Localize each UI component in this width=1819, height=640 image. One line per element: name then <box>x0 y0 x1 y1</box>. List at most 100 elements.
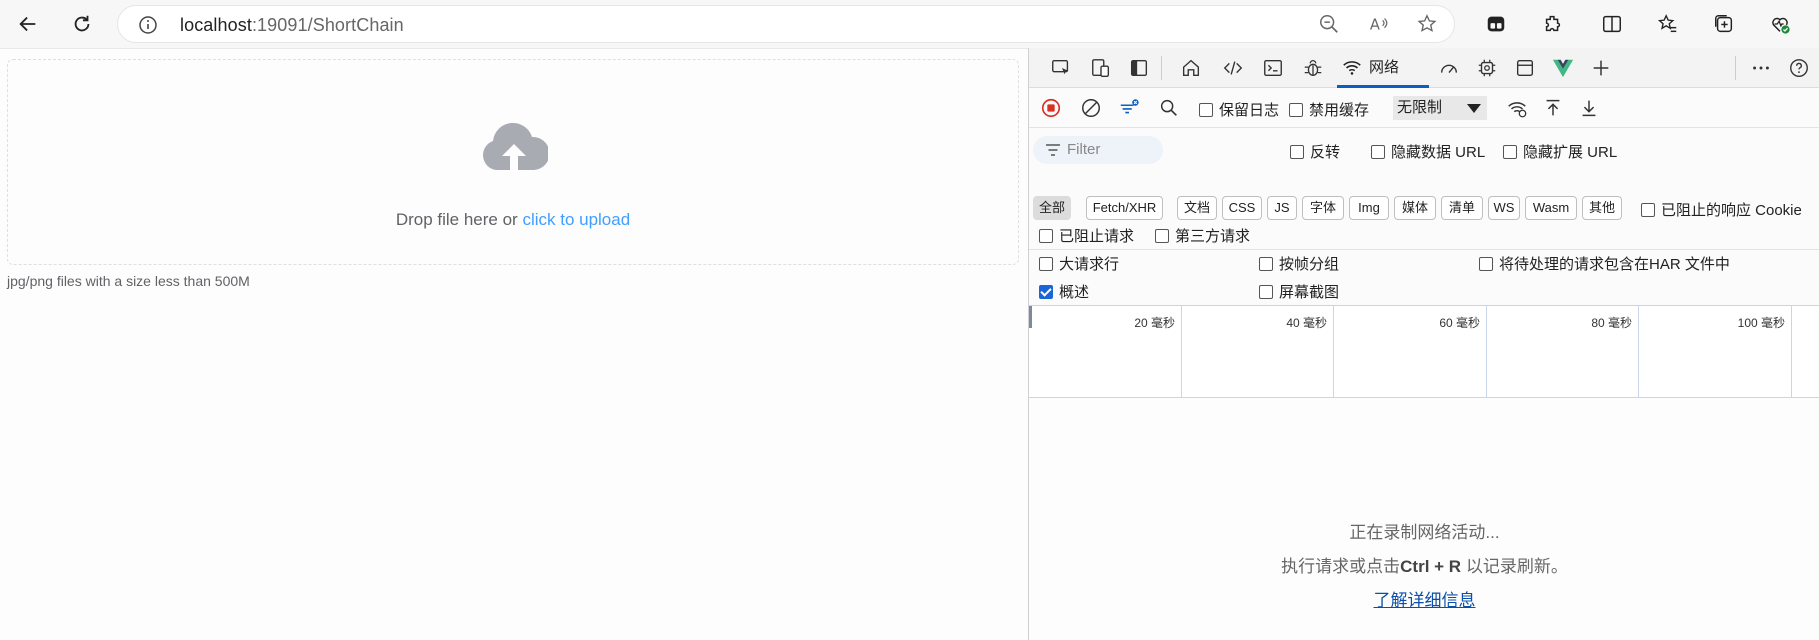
big-rows-checkbox[interactable] <box>1039 256 1053 271</box>
read-aloud-icon[interactable]: A <box>1368 13 1392 37</box>
chip-font[interactable]: 字体 <box>1302 196 1344 220</box>
sources-bug-icon[interactable] <box>1299 54 1327 82</box>
address-bar[interactable]: localhost:19091/ShortChain A <box>117 5 1455 43</box>
more-options-icon[interactable] <box>1747 54 1775 82</box>
hide-data-urls-option[interactable]: 隐藏数据 URL <box>1371 141 1485 162</box>
collections-icon[interactable] <box>1706 6 1742 42</box>
performance-gauge-icon[interactable] <box>1435 54 1463 82</box>
timeline-column: 100 毫秒 <box>1639 306 1792 398</box>
click-to-upload-link[interactable]: click to upload <box>522 210 630 229</box>
timeline-label: 100 毫秒 <box>1737 316 1785 330</box>
chip-js[interactable]: JS <box>1267 196 1297 220</box>
disable-cache-checkbox[interactable] <box>1289 102 1303 117</box>
extensions-icon[interactable] <box>1535 6 1571 42</box>
filter-input[interactable]: Filter <box>1033 136 1163 164</box>
import-har-icon[interactable] <box>1539 94 1567 122</box>
network-overview-timeline[interactable]: 20 毫秒 40 毫秒 60 毫秒 80 毫秒 100 毫秒 <box>1029 306 1819 398</box>
elements-code-icon[interactable] <box>1219 54 1247 82</box>
devtools-tab-bar: 网络 <box>1029 48 1819 88</box>
learn-more-link[interactable]: 了解详细信息 <box>1029 586 1819 611</box>
timeline-column: 60 毫秒 <box>1334 306 1487 398</box>
refresh-icon[interactable] <box>64 6 100 42</box>
timeline-column: 80 毫秒 <box>1487 306 1639 398</box>
screenshots-checkbox[interactable] <box>1259 284 1273 299</box>
zoom-out-icon[interactable] <box>1318 13 1342 37</box>
drop-text: Drop file here or click to upload <box>395 210 631 229</box>
application-icon[interactable] <box>1511 54 1539 82</box>
third-party-checkbox[interactable] <box>1155 228 1169 243</box>
inspect-element-icon[interactable] <box>1047 54 1075 82</box>
invert-checkbox[interactable] <box>1290 144 1304 159</box>
recording-hint: 执行请求或点击Ctrl + R 以记录刷新。 <box>1281 557 1568 576</box>
split-screen-icon[interactable] <box>1594 6 1630 42</box>
group-by-frame-option[interactable]: 按帧分组 <box>1259 253 1339 274</box>
blocked-cookies-option[interactable]: 已阻止的响应 Cookie <box>1641 199 1802 220</box>
chip-fetch-xhr[interactable]: Fetch/XHR <box>1086 196 1163 220</box>
upload-tip: jpg/png files with a size less than 500M <box>7 273 250 289</box>
record-stop-icon[interactable] <box>1037 94 1065 122</box>
settings-bar: 大请求行 按帧分组 将待处理的请求包含在HAR 文件中 概述 屏幕截图 <box>1029 250 1819 306</box>
more-tools-plus-icon[interactable] <box>1587 54 1615 82</box>
group-by-frame-checkbox[interactable] <box>1259 256 1273 271</box>
invert-option[interactable]: 反转 <box>1290 141 1340 162</box>
chip-other[interactable]: 其他 <box>1582 196 1622 220</box>
preserve-log-option[interactable]: 保留日志 <box>1199 99 1279 120</box>
hide-extension-urls-checkbox[interactable] <box>1503 144 1517 159</box>
clear-icon[interactable] <box>1077 94 1105 122</box>
recording-text: 正在录制网络活动... <box>1349 523 1500 542</box>
empty-state: 正在录制网络活动... 执行请求或点击Ctrl + R 以记录刷新。 了解详细信… <box>1029 398 1819 640</box>
browser-toolbar: localhost:19091/ShortChain A <box>0 0 1819 48</box>
preserve-log-checkbox[interactable] <box>1199 102 1213 117</box>
chip-all[interactable]: 全部 <box>1033 196 1071 220</box>
favorites-icon[interactable] <box>1650 6 1686 42</box>
har-pending-option[interactable]: 将待处理的请求包含在HAR 文件中 <box>1479 253 1730 274</box>
chip-media[interactable]: 媒体 <box>1394 196 1436 220</box>
upload-dropzone[interactable]: Drop file here or click to upload <box>7 59 1019 265</box>
chip-ws[interactable]: WS <box>1488 196 1520 220</box>
overview-checkbox[interactable] <box>1039 284 1053 299</box>
timeline-column: 40 毫秒 <box>1182 306 1334 398</box>
blocked-cookies-checkbox[interactable] <box>1641 202 1655 217</box>
chip-doc[interactable]: 文档 <box>1177 196 1217 220</box>
timeline-column: 20 毫秒 <box>1029 306 1182 398</box>
browser-essentials-icon[interactable] <box>1762 6 1798 42</box>
back-icon[interactable] <box>10 6 46 42</box>
chip-manifest[interactable]: 清单 <box>1441 196 1483 220</box>
dock-side-icon[interactable] <box>1125 54 1153 82</box>
chip-css[interactable]: CSS <box>1222 196 1262 220</box>
chip-img[interactable]: Img <box>1349 196 1389 220</box>
timeline-label: 40 毫秒 <box>1286 316 1327 330</box>
tab-network[interactable]: 网络 <box>1337 48 1429 88</box>
console-icon[interactable] <box>1259 54 1287 82</box>
disable-cache-option[interactable]: 禁用缓存 <box>1289 99 1369 120</box>
chevron-down-icon <box>1467 104 1481 113</box>
overview-option[interactable]: 概述 <box>1039 281 1089 302</box>
vue-devtools-icon[interactable] <box>1549 54 1577 82</box>
har-pending-checkbox[interactable] <box>1479 256 1493 271</box>
memory-chip-icon[interactable] <box>1473 54 1501 82</box>
filter-bar: Filter 反转 隐藏数据 URL 隐藏扩展 URL 全部 Fetch/XHR… <box>1029 128 1819 250</box>
info-icon[interactable] <box>138 15 158 35</box>
hide-extension-urls-option[interactable]: 隐藏扩展 URL <box>1503 141 1617 162</box>
export-har-icon[interactable] <box>1575 94 1603 122</box>
timeline-label: 60 毫秒 <box>1439 316 1480 330</box>
url-text[interactable]: localhost:19091/ShortChain <box>180 15 404 36</box>
favorite-star-icon[interactable] <box>1416 13 1440 37</box>
throttling-select[interactable]: 无限制 <box>1393 96 1487 120</box>
profile-icon[interactable] <box>1478 6 1514 42</box>
hide-data-urls-checkbox[interactable] <box>1371 144 1385 159</box>
filter-toggle-icon[interactable] <box>1115 94 1143 122</box>
search-icon[interactable] <box>1155 94 1183 122</box>
big-rows-option[interactable]: 大请求行 <box>1039 253 1119 274</box>
third-party-option[interactable]: 第三方请求 <box>1155 225 1250 246</box>
help-icon[interactable] <box>1785 54 1813 82</box>
page-content: Drop file here or click to upload jpg/pn… <box>0 48 1028 640</box>
network-conditions-icon[interactable] <box>1503 94 1531 122</box>
welcome-home-icon[interactable] <box>1177 54 1205 82</box>
device-emulation-icon[interactable] <box>1087 54 1115 82</box>
blocked-requests-option[interactable]: 已阻止请求 <box>1039 225 1134 246</box>
wifi-icon <box>1343 60 1361 75</box>
blocked-requests-checkbox[interactable] <box>1039 228 1053 243</box>
chip-wasm[interactable]: Wasm <box>1525 196 1577 220</box>
screenshots-option[interactable]: 屏幕截图 <box>1259 281 1339 302</box>
